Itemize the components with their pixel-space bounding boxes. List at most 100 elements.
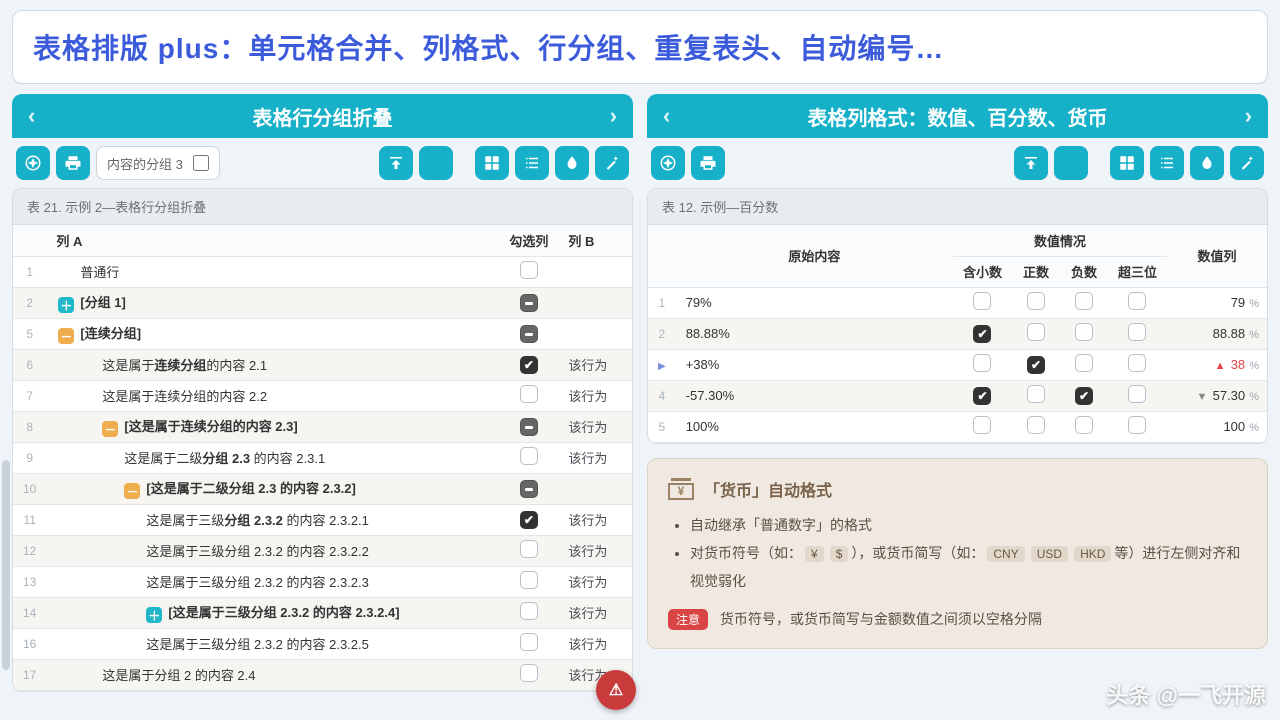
table-row[interactable]: 13这是属于三级分组 2.3.2 的内容 2.3.2.3该行为 xyxy=(13,566,632,597)
checkbox-icon[interactable] xyxy=(520,385,538,403)
checkbox-icon[interactable] xyxy=(1128,385,1146,403)
table-row[interactable]: 179%79 % xyxy=(648,287,1267,318)
print-icon[interactable] xyxy=(56,146,90,180)
table-row[interactable]: 11这是属于三级分组 2.3.2 的内容 2.3.2.1✔该行为 xyxy=(13,504,632,535)
table-row[interactable]: 9这是属于二级分组 2.3 的内容 2.3.1该行为 xyxy=(13,442,632,473)
moon-icon[interactable] xyxy=(419,146,453,180)
checkbox-icon[interactable] xyxy=(1128,354,1146,372)
expand-up-icon[interactable] xyxy=(379,146,413,180)
table-row[interactable]: 6这是属于连续分组的内容 2.1✔该行为 xyxy=(13,349,632,380)
expand-icon[interactable]: ＋ xyxy=(58,297,74,313)
prev-icon[interactable]: ‹ xyxy=(28,94,35,138)
checkbox-icon[interactable] xyxy=(1075,354,1093,372)
checkbox-icon[interactable] xyxy=(1128,292,1146,310)
checkbox-icon[interactable] xyxy=(520,633,538,651)
scrollbar[interactable] xyxy=(2,460,10,670)
row-text: [分组 1] xyxy=(80,295,126,310)
row-text: [这是属于连续分组的内容 2.3] xyxy=(124,419,297,434)
row-text: [连续分组] xyxy=(80,326,141,341)
row-text: 这是属于分组 2 的内容 2.4 xyxy=(102,668,255,683)
prev-icon[interactable]: ‹ xyxy=(663,94,670,138)
right-panel: ‹ 表格列格式：数值、百分数、货币 › 表 12. 示例—百分数 xyxy=(647,94,1268,710)
checkbox-icon[interactable] xyxy=(1128,416,1146,434)
col-b-text: 该行为 xyxy=(558,411,632,442)
row-text: [这是属于三级分组 2.3.2 的内容 2.3.2.4] xyxy=(168,605,399,620)
table-row[interactable]: 5100%100 % xyxy=(648,411,1267,442)
col-b-text xyxy=(558,287,632,318)
checkbox-checked-icon[interactable]: ✔ xyxy=(1075,387,1093,405)
checkbox-icon[interactable] xyxy=(520,540,538,558)
group-field-checkbox[interactable] xyxy=(193,155,209,171)
moon-icon[interactable] xyxy=(1054,146,1088,180)
next-icon[interactable]: › xyxy=(1245,94,1252,138)
table-row[interactable]: 5－[连续分组] xyxy=(13,318,632,349)
checkbox-icon[interactable] xyxy=(1027,416,1045,434)
list-icon[interactable] xyxy=(1150,146,1184,180)
layout-icon[interactable] xyxy=(1110,146,1144,180)
checkbox-icon[interactable] xyxy=(1027,385,1045,403)
next-icon[interactable]: › xyxy=(610,94,617,138)
table-row[interactable]: 14＋[这是属于三级分组 2.3.2 的内容 2.3.2.4]该行为 xyxy=(13,597,632,628)
checkbox-icon[interactable] xyxy=(1075,292,1093,310)
checkbox-icon[interactable] xyxy=(1128,323,1146,341)
raw-value: 100% xyxy=(676,411,953,442)
wand-icon[interactable] xyxy=(1230,146,1264,180)
checkbox-icon[interactable] xyxy=(520,602,538,620)
table-row[interactable]: ▶+38%✔▲ 38 % xyxy=(648,349,1267,380)
info-note: 注意 货币符号，或货币简写与金额数值之间须以空格分隔 xyxy=(668,609,1247,630)
table-row[interactable]: 4-57.30%✔✔▼ 57.30 % xyxy=(648,380,1267,411)
checkbox-mixed-icon[interactable] xyxy=(520,480,538,498)
drop-icon[interactable] xyxy=(555,146,589,180)
table-row[interactable]: 2＋[分组 1] xyxy=(13,287,632,318)
alert-fab-icon[interactable]: ⚠ xyxy=(596,670,636,710)
right-table: 原始内容 数值情况 数值列 含小数 正数 负数 超三位 179%79 xyxy=(648,225,1267,443)
checkbox-icon[interactable] xyxy=(973,292,991,310)
checkbox-mixed-icon[interactable] xyxy=(520,294,538,312)
checkbox-icon[interactable] xyxy=(1027,292,1045,310)
checkbox-icon[interactable] xyxy=(973,354,991,372)
nav-icon[interactable] xyxy=(651,146,685,180)
table-row[interactable]: 288.88%✔88.88 % xyxy=(648,318,1267,349)
checkbox-icon[interactable] xyxy=(520,261,538,279)
collapse-icon[interactable]: － xyxy=(58,328,74,344)
currency-icon: ¥ xyxy=(668,478,694,500)
col-b-text: 该行为 xyxy=(558,380,632,411)
drop-icon[interactable] xyxy=(1190,146,1224,180)
note-badge: 注意 xyxy=(668,609,708,630)
checkbox-icon[interactable] xyxy=(520,571,538,589)
checkbox-icon[interactable] xyxy=(520,664,538,682)
table-row[interactable]: 7这是属于连续分组的内容 2.2该行为 xyxy=(13,380,632,411)
group-field[interactable]: 内容的分组 3 xyxy=(96,146,220,180)
checkbox-icon[interactable] xyxy=(973,416,991,434)
checkbox-checked-icon[interactable]: ✔ xyxy=(973,325,991,343)
expand-up-icon[interactable] xyxy=(1014,146,1048,180)
row-text: 这是属于连续分组的内容 2.2 xyxy=(102,389,267,404)
expand-icon[interactable]: ＋ xyxy=(146,607,162,623)
table-row[interactable]: 17这是属于分组 2 的内容 2.4该行为 xyxy=(13,659,632,690)
collapse-icon[interactable]: － xyxy=(124,483,140,499)
wand-icon[interactable] xyxy=(595,146,629,180)
checkbox-icon[interactable] xyxy=(1027,323,1045,341)
collapse-icon[interactable]: － xyxy=(102,421,118,437)
checkbox-checked-icon[interactable]: ✔ xyxy=(1027,356,1045,374)
list-icon[interactable] xyxy=(515,146,549,180)
nav-icon[interactable] xyxy=(16,146,50,180)
table-row[interactable]: 10－[这是属于二级分组 2.3 的内容 2.3.2] xyxy=(13,473,632,504)
checkbox-mixed-icon[interactable] xyxy=(520,325,538,343)
checkbox-icon[interactable] xyxy=(1075,416,1093,434)
table-row[interactable]: 16这是属于三级分组 2.3.2 的内容 2.3.2.5该行为 xyxy=(13,628,632,659)
checkbox-icon[interactable] xyxy=(1075,323,1093,341)
table-row[interactable]: 8－[这是属于连续分组的内容 2.3]该行为 xyxy=(13,411,632,442)
print-icon[interactable] xyxy=(691,146,725,180)
checkbox-checked-icon[interactable]: ✔ xyxy=(520,356,538,374)
left-panel-header: ‹ 表格行分组折叠 › xyxy=(12,94,633,138)
layout-icon[interactable] xyxy=(475,146,509,180)
table-row[interactable]: 12这是属于三级分组 2.3.2 的内容 2.3.2.2该行为 xyxy=(13,535,632,566)
table-row[interactable]: 1普通行 xyxy=(13,256,632,287)
checkbox-icon[interactable] xyxy=(520,447,538,465)
checkbox-checked-icon[interactable]: ✔ xyxy=(520,511,538,529)
row-text: 这是属于三级分组 2.3.2 的内容 2.3.2.3 xyxy=(146,575,369,590)
checkbox-checked-icon[interactable]: ✔ xyxy=(973,387,991,405)
value-header: 数值列 xyxy=(1167,225,1267,287)
checkbox-mixed-icon[interactable] xyxy=(520,418,538,436)
